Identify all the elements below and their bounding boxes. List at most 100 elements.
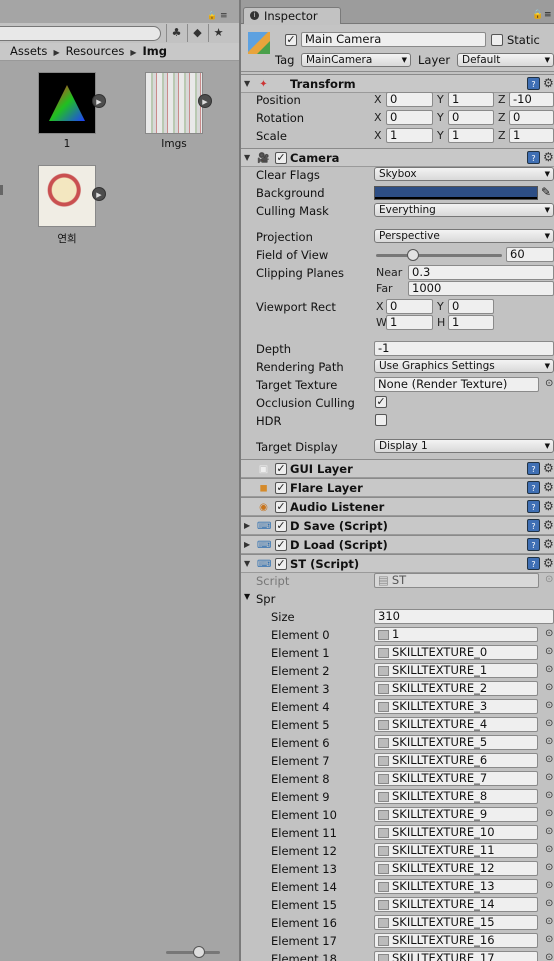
filter-by-type-icon[interactable]: ♣ xyxy=(166,24,186,42)
occlusion-culling-checkbox[interactable]: ✓ xyxy=(375,396,387,408)
lock-icon[interactable]: 🔒 xyxy=(207,12,217,20)
filter-by-label-icon[interactable]: ◆ xyxy=(187,24,207,42)
element-object-field[interactable]: SKILLTEXTURE_13 xyxy=(374,879,538,894)
asset-item[interactable]: 연희 xyxy=(35,165,99,246)
object-picker-icon[interactable]: ⊙ xyxy=(545,628,553,639)
element-object-field[interactable]: SKILLTEXTURE_0 xyxy=(374,645,538,660)
static-checkbox[interactable] xyxy=(491,34,503,46)
component-st-script[interactable]: ▼ ⌨ ✓ ST (Script) ? ⚙ xyxy=(241,554,554,573)
object-picker-icon[interactable]: ⊙ xyxy=(545,646,553,657)
viewport-w-input[interactable]: 1 xyxy=(386,315,433,330)
component-flare-layer[interactable]: ◼ ✓ Flare Layer ? ⚙ xyxy=(241,478,554,497)
help-icon[interactable]: ? xyxy=(527,462,540,475)
component-enabled-checkbox[interactable]: ✓ xyxy=(275,482,287,494)
gear-icon[interactable]: ⚙ xyxy=(543,150,554,164)
component-enabled-checkbox[interactable]: ✓ xyxy=(275,501,287,513)
object-picker-icon[interactable]: ⊙ xyxy=(545,916,553,927)
object-picker-icon[interactable]: ⊙ xyxy=(545,718,553,729)
gear-icon[interactable]: ⚙ xyxy=(543,518,554,532)
fov-slider-handle[interactable] xyxy=(406,249,419,261)
asset-item[interactable]: Imgs xyxy=(142,72,206,150)
eyedropper-icon[interactable]: ✎ xyxy=(541,185,551,199)
element-object-field[interactable]: SKILLTEXTURE_7 xyxy=(374,771,538,786)
rotation-y-input[interactable]: 0 xyxy=(448,110,494,125)
help-icon[interactable]: ? xyxy=(527,519,540,532)
object-picker-icon[interactable]: ⊙ xyxy=(545,754,553,765)
object-picker-icon[interactable]: ⊙ xyxy=(545,808,553,819)
far-clip-input[interactable]: 1000 xyxy=(408,281,554,296)
element-object-field[interactable]: SKILLTEXTURE_8 xyxy=(374,789,538,804)
help-icon[interactable]: ? xyxy=(527,500,540,513)
viewport-h-input[interactable]: 1 xyxy=(448,315,494,330)
component-transform[interactable]: ▼ ✦ Transform ? ⚙ xyxy=(241,74,554,93)
help-icon[interactable]: ? xyxy=(527,538,540,551)
element-object-field[interactable]: SKILLTEXTURE_2 xyxy=(374,681,538,696)
projection-dropdown[interactable]: Perspective ▼ xyxy=(374,229,554,243)
expand-play-icon[interactable]: ▶ xyxy=(92,94,106,108)
thumbnail-size-slider-handle[interactable] xyxy=(193,946,205,958)
search-input[interactable] xyxy=(0,26,161,41)
component-d-save-script[interactable]: ▶ ⌨ ✓ D Save (Script) ? ⚙ xyxy=(241,516,554,535)
component-enabled-checkbox[interactable]: ✓ xyxy=(275,539,287,551)
object-picker-icon[interactable]: ⊙ xyxy=(545,736,553,747)
gear-icon[interactable]: ⚙ xyxy=(543,461,554,475)
element-object-field[interactable]: SKILLTEXTURE_5 xyxy=(374,735,538,750)
array-label-spr[interactable]: Spr xyxy=(256,592,275,606)
foldout-expanded-icon[interactable]: ▼ xyxy=(244,79,250,88)
breadcrumb-item-assets[interactable]: Assets xyxy=(10,44,47,58)
object-picker-icon[interactable]: ⊙ xyxy=(545,880,553,891)
object-picker-icon[interactable]: ⊙ xyxy=(545,682,553,693)
viewport-y-input[interactable]: 0 xyxy=(448,299,494,314)
breadcrumb-item-resources[interactable]: Resources xyxy=(66,44,125,58)
scale-z-input[interactable]: 1 xyxy=(509,128,554,143)
position-x-input[interactable]: 0 xyxy=(386,92,433,107)
object-name-input[interactable]: Main Camera xyxy=(301,32,486,47)
foldout-expanded-icon[interactable]: ▼ xyxy=(244,559,250,568)
foldout-expanded-icon[interactable]: ▼ xyxy=(244,592,250,601)
culling-mask-dropdown[interactable]: Everything ▼ xyxy=(374,203,554,217)
gear-icon[interactable]: ⚙ xyxy=(543,556,554,570)
element-object-field[interactable]: SKILLTEXTURE_1 xyxy=(374,663,538,678)
element-object-field[interactable]: SKILLTEXTURE_3 xyxy=(374,699,538,714)
near-clip-input[interactable]: 0.3 xyxy=(408,265,554,280)
component-audio-listener[interactable]: ◉ ✓ Audio Listener ? ⚙ xyxy=(241,497,554,516)
object-picker-icon[interactable]: ⊙ xyxy=(545,826,553,837)
object-picker-icon[interactable]: ⊙ xyxy=(545,664,553,675)
object-picker-icon[interactable]: ⊙ xyxy=(545,952,553,961)
fov-input[interactable]: 60 xyxy=(506,247,554,262)
object-picker-icon[interactable]: ⊙ xyxy=(545,790,553,801)
expand-play-icon[interactable]: ▶ xyxy=(92,187,106,201)
target-texture-field[interactable]: None (Render Texture) xyxy=(374,377,539,392)
element-object-field[interactable]: SKILLTEXTURE_4 xyxy=(374,717,538,732)
element-object-field[interactable]: SKILLTEXTURE_9 xyxy=(374,807,538,822)
breadcrumb-item-img[interactable]: Img xyxy=(142,44,167,58)
panel-menu-icon[interactable]: ≡ xyxy=(544,10,552,20)
scale-y-input[interactable]: 1 xyxy=(448,128,494,143)
target-display-dropdown[interactable]: Display 1 ▼ xyxy=(374,439,554,453)
viewport-x-input[interactable]: 0 xyxy=(386,299,433,314)
gear-icon[interactable]: ⚙ xyxy=(543,499,554,513)
array-size-input[interactable]: 310 xyxy=(374,609,554,624)
object-picker-icon[interactable]: ⊙ xyxy=(545,378,553,389)
component-enabled-checkbox[interactable]: ✓ xyxy=(275,558,287,570)
component-enabled-checkbox[interactable]: ✓ xyxy=(275,463,287,475)
hdr-checkbox[interactable] xyxy=(375,414,387,426)
element-object-field[interactable]: SKILLTEXTURE_6 xyxy=(374,753,538,768)
component-enabled-checkbox[interactable]: ✓ xyxy=(275,520,287,532)
gear-icon[interactable]: ⚙ xyxy=(543,480,554,494)
element-object-field[interactable]: SKILLTEXTURE_10 xyxy=(374,825,538,840)
fov-slider[interactable] xyxy=(376,254,502,257)
help-icon[interactable]: ? xyxy=(527,557,540,570)
rotation-x-input[interactable]: 0 xyxy=(386,110,433,125)
position-y-input[interactable]: 1 xyxy=(448,92,494,107)
element-object-field[interactable]: SKILLTEXTURE_17 xyxy=(374,951,538,961)
help-icon[interactable]: ? xyxy=(527,481,540,494)
background-color-field[interactable] xyxy=(374,186,538,200)
tag-dropdown[interactable]: MainCamera ▼ xyxy=(301,53,411,67)
expand-play-icon[interactable]: ▶ xyxy=(198,94,212,108)
foldout-collapsed-icon[interactable]: ▶ xyxy=(244,521,250,530)
object-picker-icon[interactable]: ⊙ xyxy=(545,862,553,873)
help-icon[interactable]: ? xyxy=(527,77,540,90)
position-z-input[interactable]: -10 xyxy=(509,92,554,107)
component-gui-layer[interactable]: ▣ ✓ GUI Layer ? ⚙ xyxy=(241,459,554,478)
